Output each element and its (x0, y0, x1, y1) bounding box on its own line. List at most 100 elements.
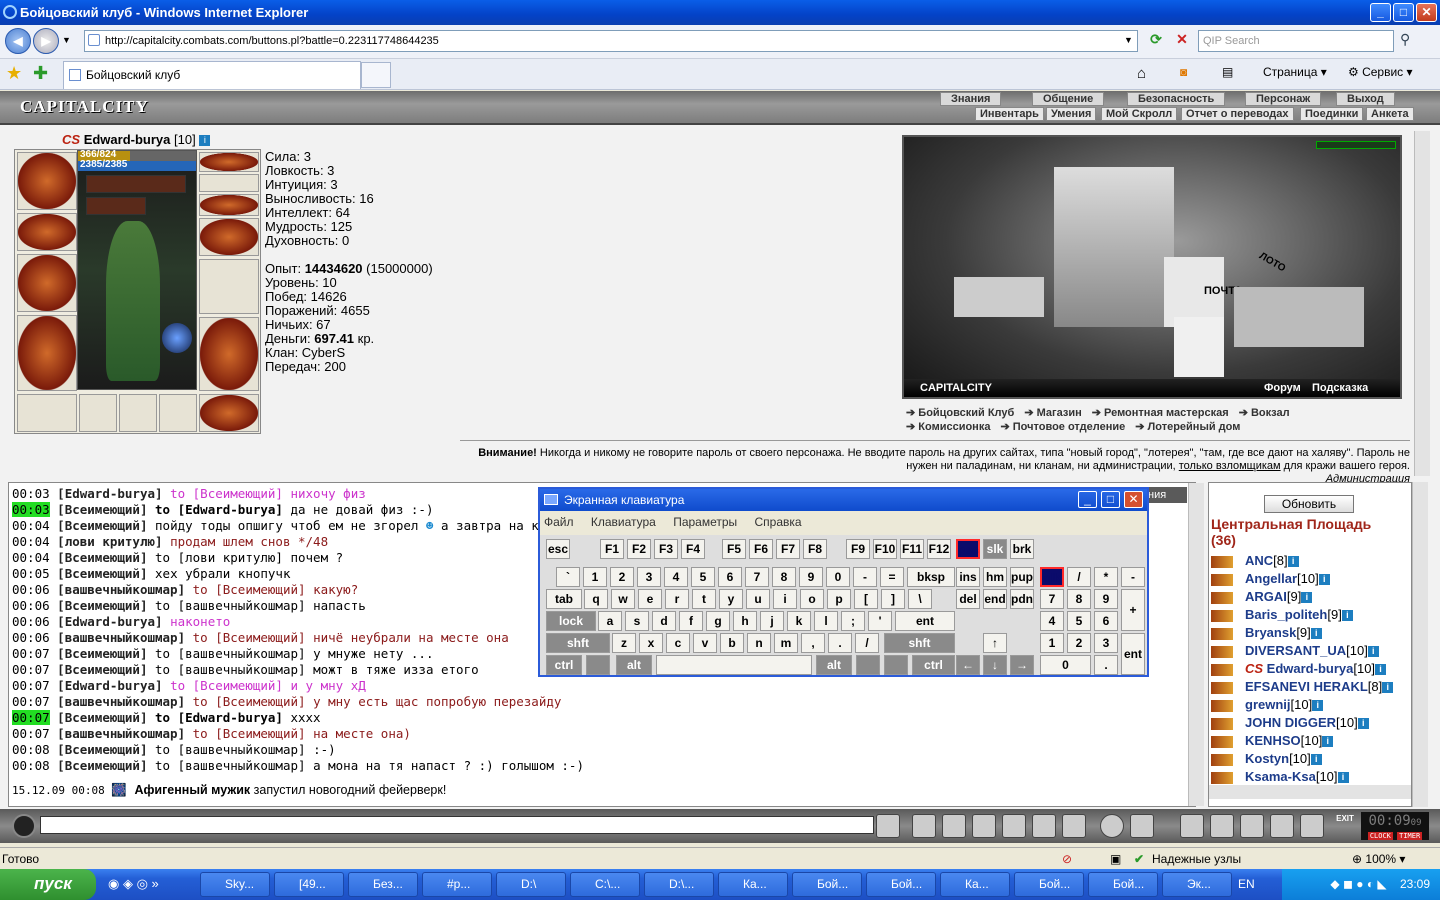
key[interactable]: slk (983, 539, 1007, 559)
chat-sender[interactable]: [вашвечныйкошмар] (57, 630, 185, 645)
key[interactable]: / (855, 633, 879, 653)
scroll-slots-2[interactable] (86, 197, 146, 215)
key[interactable]: 4 (1040, 611, 1064, 631)
key[interactable]: pdn (1010, 589, 1034, 609)
chat-sender[interactable]: [вашвечныйкошмар] (57, 582, 185, 597)
chapel-building[interactable] (1174, 317, 1224, 377)
chat-sender[interactable]: [Всеимеющий] (57, 742, 147, 757)
chat-time[interactable]: 00:04 (12, 518, 50, 533)
person-item[interactable]: grewnij[10] i (1211, 697, 1324, 715)
chat-sender[interactable]: [Edward-burya] (57, 678, 162, 693)
info-icon[interactable]: i (1382, 682, 1394, 694)
print-icon[interactable]: ▤ (1222, 65, 1233, 79)
osk-menu-settings[interactable]: Параметры (673, 515, 737, 529)
key[interactable]: b (720, 633, 744, 653)
minimize-button[interactable]: _ (1370, 3, 1391, 22)
search-input[interactable]: QIP Search (1198, 30, 1394, 52)
key[interactable]: ctrl (546, 655, 582, 675)
chat-scrollbar[interactable] (1188, 483, 1204, 806)
key[interactable]: g (706, 611, 730, 631)
smile-icon[interactable] (1100, 814, 1124, 838)
eraser-icon[interactable] (912, 814, 936, 838)
chat-mode-icon[interactable] (12, 814, 36, 838)
start-button[interactable]: пуск (0, 869, 96, 900)
osk-maximize-button[interactable]: □ (1101, 491, 1120, 508)
chat-time[interactable]: 00:03 (12, 502, 50, 517)
person-name[interactable]: Bryansk (1245, 625, 1296, 640)
key[interactable]: F10 (873, 539, 897, 559)
person-name[interactable]: Kostyn (1245, 751, 1289, 766)
spell-slot-3[interactable] (159, 394, 197, 432)
chat-recipient[interactable]: to [вашвечныйкошмар] (155, 742, 306, 757)
menu-exit[interactable]: Выход (1336, 92, 1395, 106)
chat-message-input[interactable] (40, 816, 874, 834)
castle-building[interactable] (1054, 167, 1174, 327)
osk-menu-keyboard[interactable]: Клавиатура (591, 515, 656, 529)
menu-character[interactable]: Персонаж (1245, 92, 1322, 106)
key[interactable]: + (1121, 589, 1145, 631)
key[interactable]: alt (616, 655, 652, 675)
scroll-slots[interactable] (86, 175, 186, 193)
loc-shop[interactable]: ➔ Магазин (1024, 407, 1081, 419)
chat-sender[interactable]: [Всеимеющий] (57, 566, 147, 581)
character-avatar[interactable]: 366/824 2385/2385 (77, 149, 197, 390)
menu-transfers[interactable]: Отчет о переводах (1181, 107, 1294, 121)
loc-lottery[interactable]: ➔ Лотерейный дом (1135, 421, 1240, 433)
info-icon[interactable]: i (1375, 664, 1387, 676)
person-name[interactable]: JOHN DIGGER (1245, 715, 1336, 730)
key[interactable]: 0 (826, 567, 850, 587)
spell-slot-2[interactable] (119, 394, 157, 432)
taskbar-button[interactable]: D:\ (496, 872, 566, 897)
key[interactable]: ; (841, 611, 865, 631)
key[interactable]: m (774, 633, 798, 653)
key[interactable]: v (693, 633, 717, 653)
key[interactable]: 8 (1067, 589, 1091, 609)
key[interactable]: lock (546, 611, 596, 631)
taskbar-button[interactable]: D:\... (644, 872, 714, 897)
chat-time[interactable]: 00:07 (12, 662, 50, 677)
key[interactable]: 8 (772, 567, 796, 587)
chat-time[interactable]: 00:06 (12, 582, 50, 597)
key[interactable]: ← (956, 655, 980, 675)
menu-skills[interactable]: Умения (1046, 107, 1097, 121)
forum-link[interactable]: Форум (1264, 379, 1301, 397)
person-name[interactable]: EFSANEVI HERAKL (1245, 679, 1368, 694)
taskbar-button[interactable]: [49... (274, 872, 344, 897)
key[interactable]: F6 (749, 539, 773, 559)
chat-recipient[interactable]: to [вашвечныйкошмар] (155, 758, 306, 773)
armor-slot[interactable] (17, 315, 77, 391)
menu-security[interactable]: Безопасность (1127, 92, 1226, 106)
quick-launch-icons[interactable]: ◉ ◈ ◎ » (108, 876, 159, 892)
key[interactable] (856, 655, 880, 675)
key[interactable]: k (787, 611, 811, 631)
chat-recipient[interactable]: to [Всеимеющий] (193, 694, 306, 709)
key[interactable]: / (1067, 567, 1091, 587)
menu-battles[interactable]: Поединки (1300, 107, 1364, 121)
loc-commission[interactable]: ➔ Комиссионка (906, 421, 990, 433)
key[interactable]: shft (546, 633, 610, 653)
info-icon[interactable]: i (1287, 556, 1299, 568)
key[interactable]: ctrl (912, 655, 955, 675)
key[interactable]: F1 (600, 539, 624, 559)
sound-icon[interactable] (1062, 814, 1086, 838)
taskbar-button[interactable]: Эк... (1162, 872, 1232, 897)
taskbar-button[interactable]: Без... (348, 872, 418, 897)
loc-post[interactable]: ➔ Почтовое отделение (1000, 421, 1125, 433)
info-icon[interactable]: i (1341, 610, 1353, 622)
person-item[interactable]: JOHN DIGGER[10] i (1211, 715, 1369, 733)
chat-time[interactable]: 00:07 (12, 678, 50, 693)
language-indicator[interactable]: EN (1238, 877, 1255, 891)
key[interactable]: f (679, 611, 703, 631)
taskbar-button[interactable]: Ка... (718, 872, 788, 897)
private-message-icon[interactable] (1211, 645, 1233, 658)
key[interactable]: 0 (1040, 655, 1091, 675)
key[interactable]: F4 (681, 539, 705, 559)
chat-sender[interactable]: [Edward-burya] (57, 486, 162, 501)
chat-recipient[interactable]: to [вашвечныйкошмар] (155, 662, 306, 677)
taskbar-button[interactable]: Бой... (792, 872, 862, 897)
key[interactable]: ] (881, 589, 905, 609)
key[interactable]: q (584, 589, 608, 609)
chat-sender[interactable]: [Всеимеющий] (57, 550, 147, 565)
key[interactable]: end (983, 589, 1007, 609)
key[interactable] (586, 655, 610, 675)
